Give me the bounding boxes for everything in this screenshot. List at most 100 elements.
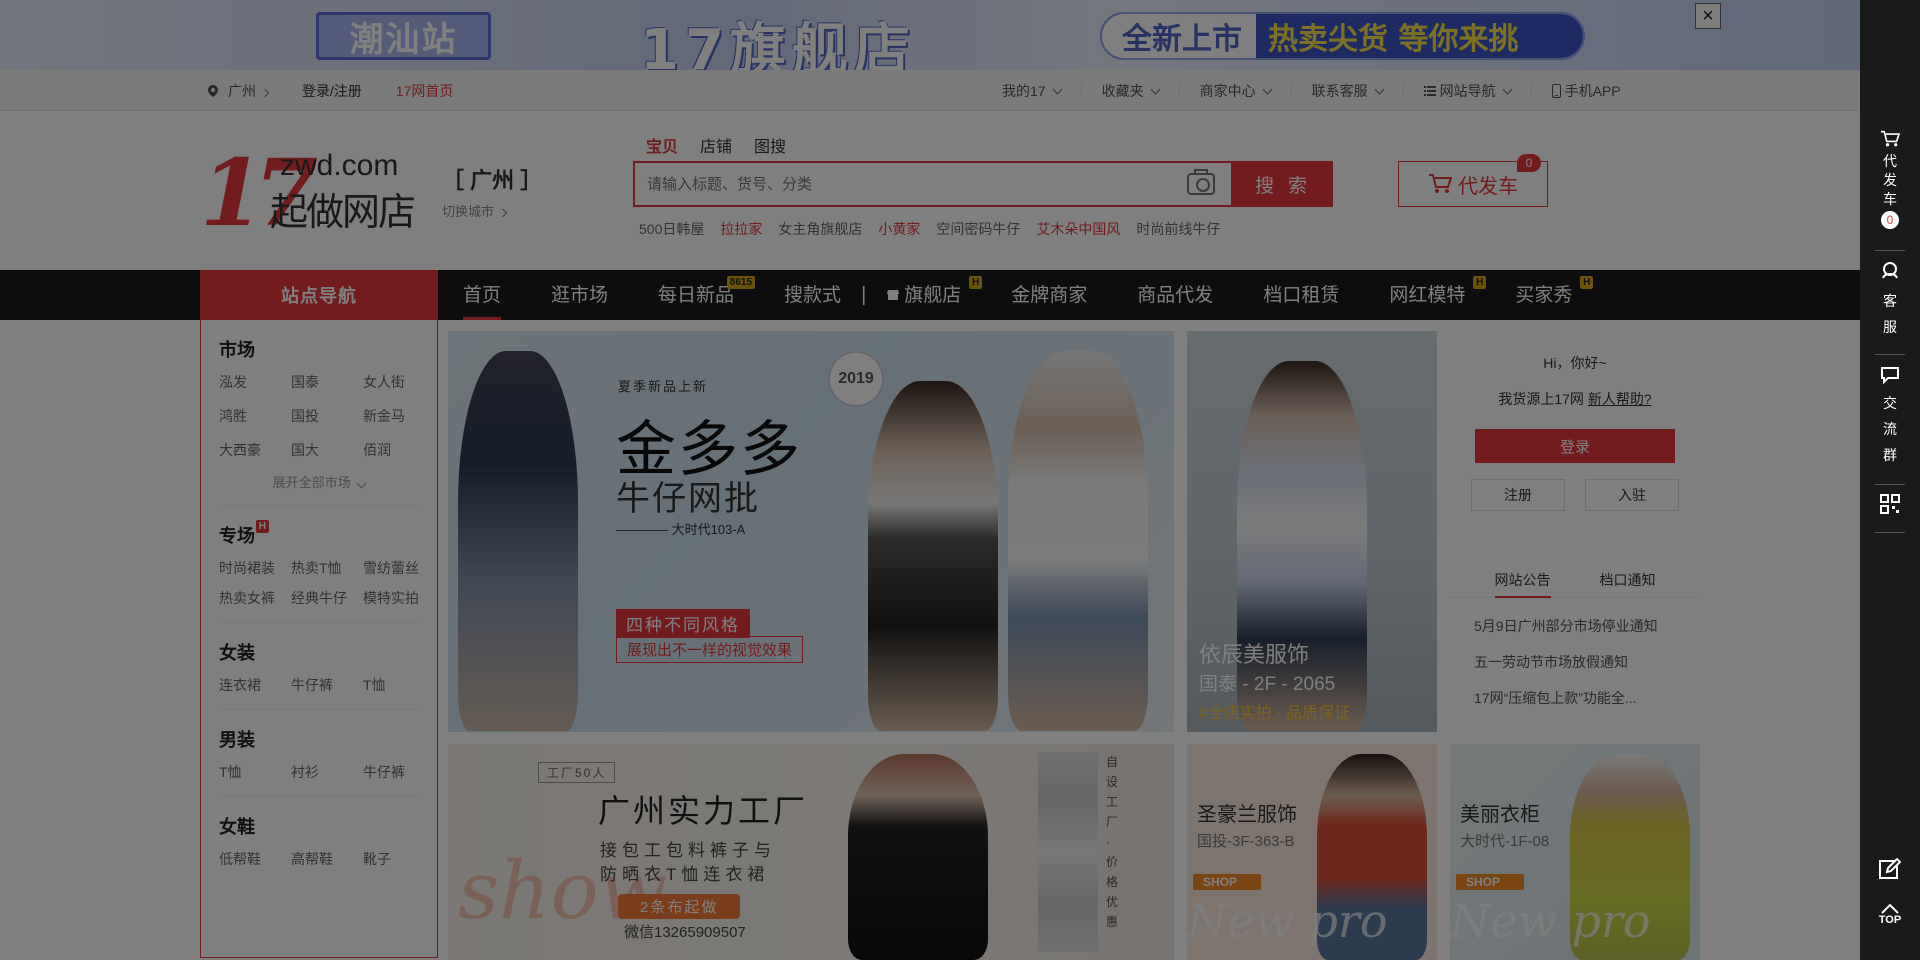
sidebar-link[interactable]: 衬衫 xyxy=(291,762,363,782)
tab-products[interactable]: 宝贝 xyxy=(646,133,678,157)
factory-line-1: 接包工包料裤子与 xyxy=(600,841,776,860)
nav-search-style-label: 搜款式 xyxy=(784,284,842,306)
phone-icon xyxy=(1551,83,1561,98)
nav-dropship[interactable]: 商品代发 xyxy=(1112,270,1238,320)
back-to-top-button[interactable]: TOP xyxy=(1860,904,1920,926)
nav-flagship[interactable]: 旗舰店 H xyxy=(870,270,986,320)
sidebar-link[interactable]: 大西豪 xyxy=(219,440,291,460)
nav-gold-merchant[interactable]: 金牌商家 xyxy=(986,270,1112,320)
toolbar-cart[interactable]: 代发车 0 xyxy=(1860,130,1920,229)
camera-icon[interactable] xyxy=(1187,169,1215,195)
sidebar-group-special: 专场 H 时尚裙装 热卖T恤 雪纺蕾丝 热卖女裤 经典牛仔 模特实拍 xyxy=(219,506,419,623)
sidebar-link[interactable]: 经典牛仔 xyxy=(291,588,363,608)
top-banner-ad[interactable]: 潮汕站 17旗舰店 全新上市 热卖尖货 等你来挑 × xyxy=(0,0,1860,70)
login-button[interactable]: 登录 xyxy=(1475,429,1675,463)
city-switch[interactable]: ［ 广州 ］ 切换城市 xyxy=(442,163,542,220)
sidebar-link[interactable]: T恤 xyxy=(363,675,435,695)
sidebar-link[interactable]: 热卖女裤 xyxy=(219,588,291,608)
sidebar-link[interactable]: 高帮鞋 xyxy=(291,849,363,869)
toolbar-qrcode[interactable] xyxy=(1860,494,1920,514)
hotword-link[interactable]: 拉拉家 xyxy=(720,219,762,239)
sidebar-link[interactable]: 时尚裙装 xyxy=(219,558,291,578)
list-icon xyxy=(1423,85,1436,96)
shop-banner-shenghaolan[interactable]: 圣豪兰服饰 国投-3F-363-B SHOP New pro xyxy=(1187,744,1437,960)
hot-badge: H xyxy=(1580,276,1594,289)
nav-influencer-model[interactable]: 网红模特 H xyxy=(1364,270,1490,320)
nav-dropship-label: 商品代发 xyxy=(1137,284,1214,306)
nav-buyer-show[interactable]: 买家秀 H xyxy=(1490,270,1597,320)
toolbar-service[interactable]: 客服 xyxy=(1860,260,1920,340)
factory-banner[interactable]: show 工厂50人 广州实力工厂 接包工包料裤子与 防晒衣T恤连衣裙 2条布起… xyxy=(448,744,1174,960)
expand-markets-link[interactable]: 展开全部市场 xyxy=(219,472,419,491)
sidebar-link[interactable]: 低帮鞋 xyxy=(219,849,291,869)
model-image xyxy=(1008,351,1148,731)
sidebar-link[interactable]: 佰润 xyxy=(363,440,435,460)
toolbar-feedback[interactable] xyxy=(1860,858,1920,880)
notice-item[interactable]: 5月9日广州部分市场停业通知 xyxy=(1474,608,1676,644)
hotword-link[interactable]: 艾木朵中国风 xyxy=(1036,219,1120,239)
nav-daily-new[interactable]: 每日新品 8615 xyxy=(633,270,759,320)
station-nav-button[interactable]: 站点导航 xyxy=(200,270,438,320)
tab-shops[interactable]: 店铺 xyxy=(700,133,732,157)
notice-item[interactable]: 17网“压缩包上款”功能全... xyxy=(1474,680,1676,716)
tab-stall-notice[interactable]: 档口通知 xyxy=(1600,562,1656,598)
settle-button[interactable]: 入驻 xyxy=(1585,479,1679,511)
notice-item[interactable]: 五一劳动节市场放假通知 xyxy=(1474,644,1676,680)
sidebar-link[interactable]: 牛仔裤 xyxy=(291,675,363,695)
sidebar-link[interactable]: 靴子 xyxy=(363,849,435,869)
shop-promo-banner[interactable]: 依辰美服饰 国泰 - 2F - 2065 #全店实拍 · 品质保证 xyxy=(1187,331,1437,732)
banner-promo-right: 热卖尖货 等你来挑 xyxy=(1256,14,1583,58)
main-carousel-banner[interactable]: 2019 夏季新品上新 金多多 牛仔网批 ———— 大时代103-A 四种不同风… xyxy=(448,331,1174,732)
cart-icon xyxy=(1881,130,1900,147)
site-navigation-menu[interactable]: 网站导航 xyxy=(1423,83,1532,98)
toolbar-group-chat[interactable]: 交流群 xyxy=(1860,366,1920,468)
wechat-contact: 微信13265909507 xyxy=(624,924,746,941)
sidebar-link[interactable]: 牛仔裤 xyxy=(363,762,435,782)
sidebar-link[interactable]: 国大 xyxy=(291,440,363,460)
nav-search-style[interactable]: 搜款式 xyxy=(759,270,857,320)
search-button[interactable]: 搜 索 xyxy=(1233,161,1333,207)
chevron-down-icon xyxy=(1502,84,1513,94)
dropship-cart-button[interactable]: 代发车 0 xyxy=(1398,154,1548,207)
nav-market[interactable]: 逛市场 xyxy=(526,270,633,320)
my17-menu[interactable]: 我的17 xyxy=(1002,83,1082,98)
switch-city-link[interactable]: 切换城市 xyxy=(442,201,542,220)
customer-service-menu[interactable]: 联系客服 xyxy=(1312,83,1404,98)
sidebar-link[interactable]: 模特实拍 xyxy=(363,588,435,608)
sidebar-link[interactable]: 雪纺蕾丝 xyxy=(363,558,435,578)
shop-banner-meili[interactable]: 美丽衣柜 大时代-1F-08 SHOP New pro xyxy=(1450,744,1700,960)
favorites-menu[interactable]: 收藏夹 xyxy=(1102,83,1180,98)
tab-image-search[interactable]: 图搜 xyxy=(754,133,786,157)
mobile-app-link[interactable]: 手机APP xyxy=(1551,83,1641,98)
login-register-link[interactable]: 登录/注册 xyxy=(302,81,362,101)
hotword-link[interactable]: 女主角旗舰店 xyxy=(778,219,862,239)
sidebar-link[interactable]: 鸿胜 xyxy=(219,406,291,426)
city-selector[interactable]: 广州 xyxy=(228,81,270,101)
home-link[interactable]: 17网首页 xyxy=(396,81,454,101)
search-input[interactable] xyxy=(635,163,1155,205)
merchant-center-menu[interactable]: 商家中心 xyxy=(1200,83,1292,98)
sidebar-link[interactable]: 女人街 xyxy=(363,372,435,392)
hotword-link[interactable]: 时尚前线牛仔 xyxy=(1136,219,1220,239)
newbie-help-link[interactable]: 新人帮助? xyxy=(1588,391,1652,407)
hotword-link[interactable]: 小黄家 xyxy=(878,219,920,239)
logo-chinese: 起做网店 xyxy=(270,190,416,234)
close-icon[interactable]: × xyxy=(1695,3,1721,29)
sidebar-link[interactable]: T恤 xyxy=(219,762,291,782)
hotword-link[interactable]: 500日韩屋 xyxy=(639,219,704,239)
site-logo[interactable]: 17 zwd.com 起做网店 xyxy=(200,139,416,247)
nav-stall-rental[interactable]: 档口租赁 xyxy=(1238,270,1364,320)
register-button[interactable]: 注册 xyxy=(1471,479,1565,511)
sidebar-link[interactable]: 连衣裙 xyxy=(219,675,291,695)
banner-station-label: 潮汕站 xyxy=(316,12,491,60)
sidebar-link[interactable]: 国泰 xyxy=(291,372,363,392)
tab-site-announcement[interactable]: 网站公告 xyxy=(1494,562,1551,598)
nav-home[interactable]: 首页 xyxy=(438,270,526,320)
hotword-link[interactable]: 空间密码牛仔 xyxy=(936,219,1020,239)
sidebar-link[interactable]: 新金马 xyxy=(363,406,435,426)
location-pin-icon xyxy=(208,84,218,97)
sidebar-link[interactable]: 热卖T恤 xyxy=(291,558,363,578)
sidebar-link[interactable]: 国投 xyxy=(291,406,363,426)
sidebar-link[interactable]: 泓发 xyxy=(219,372,291,392)
nav-home-label: 首页 xyxy=(463,284,502,306)
